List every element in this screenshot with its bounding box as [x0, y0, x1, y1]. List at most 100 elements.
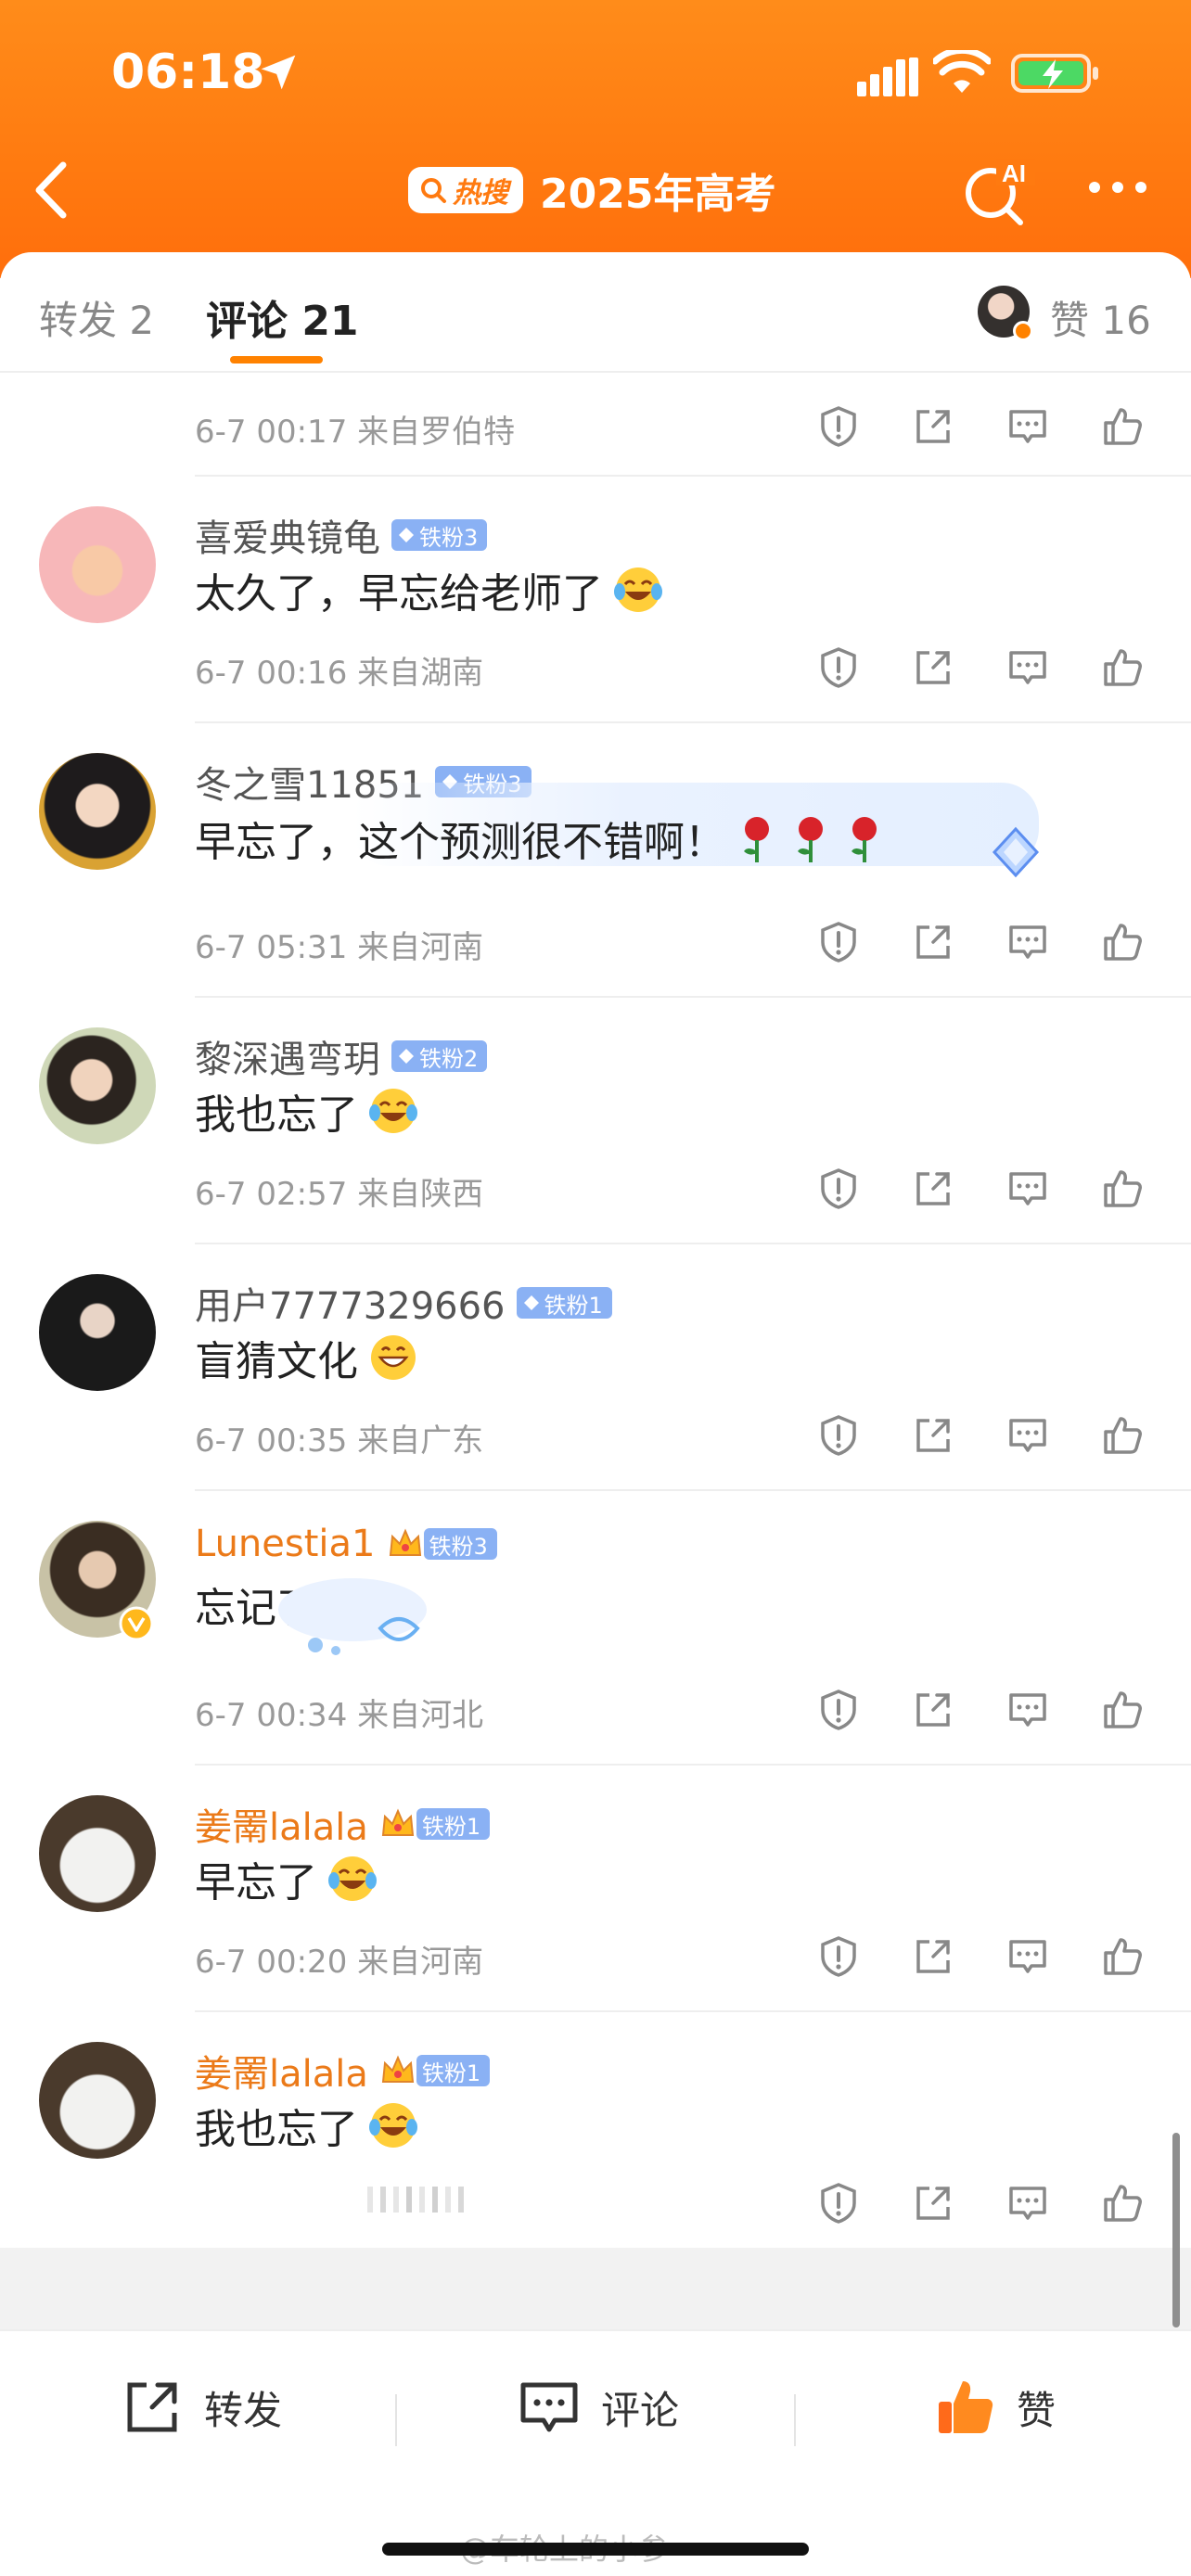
like-button[interactable]: 赞	[931, 2374, 1056, 2441]
comment-item: 姜罱lalala 铁粉1 早忘了 6-7 00:20 来自河南	[0, 1766, 1191, 2012]
ai-search-icon[interactable]: AI	[961, 152, 1035, 226]
like-icon[interactable]	[1100, 2181, 1145, 2225]
reply-icon[interactable]	[1005, 645, 1050, 690]
comment-actions	[816, 1413, 1145, 1458]
fan-badge: 铁粉1	[416, 2055, 491, 2086]
crown-icon	[389, 1528, 421, 1556]
crown-icon	[381, 1808, 414, 1836]
hot-search-label: 热搜	[453, 177, 508, 210]
avatar[interactable]	[39, 506, 156, 623]
comment-body: 早忘了	[195, 1859, 317, 1906]
comment-text: 太久了，早忘给老师了	[195, 560, 664, 619]
like-icon[interactable]	[1100, 1688, 1145, 1732]
comment-body: 太久了，早忘给老师了	[195, 570, 603, 618]
comment-item: Lunestia1 铁粉3 忘记了 6-7 00:34 来自河北	[0, 1491, 1191, 1766]
report-icon[interactable]	[816, 2181, 861, 2225]
share-icon[interactable]	[911, 645, 955, 690]
like-icon[interactable]	[1100, 645, 1145, 690]
liker-avatar[interactable]	[978, 286, 1033, 341]
laugh-cry-emoji-icon	[369, 1089, 417, 1133]
avatar[interactable]	[39, 1274, 156, 1391]
avatar[interactable]	[39, 753, 156, 870]
repost-label: 转发	[204, 2387, 283, 2433]
share-icon[interactable]	[911, 1167, 955, 1211]
fan-badge-label: 铁粉3	[419, 524, 479, 551]
laugh-cry-emoji-icon	[328, 1856, 377, 1901]
comment-body: 我也忘了	[195, 1091, 358, 1139]
fan-badge: 铁粉3	[423, 1528, 497, 1560]
reply-icon[interactable]	[1005, 1413, 1050, 1458]
cellular-signal-icon	[857, 57, 918, 96]
reply-icon[interactable]	[1005, 404, 1050, 449]
active-tab-indicator	[230, 356, 323, 363]
sticker-decoration-icon	[278, 1578, 427, 1655]
like-icon[interactable]	[1100, 920, 1145, 964]
comment-button[interactable]: 评论	[516, 2374, 679, 2441]
comment-actions	[816, 1167, 1145, 1211]
share-icon[interactable]	[911, 1688, 955, 1732]
comment-item: 用户7777329666 铁粉1 盲猜文化 6-7 00:35 来自广东	[0, 1244, 1191, 1491]
comment-actions	[816, 2181, 1145, 2225]
like-icon[interactable]	[1100, 1167, 1145, 1211]
share-icon[interactable]	[911, 2181, 955, 2225]
reply-icon[interactable]	[1005, 2181, 1050, 2225]
username-line: 姜罱lalala 铁粉1	[195, 1797, 491, 1851]
username[interactable]: 喜爱典镜龟	[195, 508, 380, 562]
report-icon[interactable]	[816, 404, 861, 449]
more-icon[interactable]	[1085, 176, 1150, 198]
report-icon[interactable]	[816, 645, 861, 690]
comment-meta: 6-7 00:34 来自河北	[195, 1697, 484, 1734]
status-time: 06:18	[111, 45, 265, 100]
tab-repost[interactable]: 转发 2	[39, 289, 154, 346]
comment-actions	[816, 645, 1145, 690]
app-header: 06:18 热搜 2025年高考 AI	[0, 0, 1191, 278]
comment-meta: 6-7 02:57 来自陕西	[195, 1176, 484, 1213]
crown-icon	[381, 2055, 414, 2083]
like-icon[interactable]	[1100, 1413, 1145, 1458]
comment-text: 早忘了，这个预测很不错啊！	[195, 809, 887, 868]
repost-button[interactable]: 转发	[119, 2374, 282, 2441]
fan-badge: 铁粉1	[516, 1287, 612, 1319]
tab-like[interactable]: 赞 16	[1050, 289, 1151, 346]
username[interactable]: Lunestia1	[195, 1523, 376, 1565]
report-icon[interactable]	[816, 1688, 861, 1732]
verified-icon	[1013, 321, 1033, 341]
list-end-spacer	[0, 2248, 1191, 2329]
share-icon[interactable]	[911, 404, 955, 449]
report-icon[interactable]	[816, 1934, 861, 1979]
report-icon[interactable]	[816, 1413, 861, 1458]
nav-title-group[interactable]: 热搜 2025年高考	[408, 158, 775, 223]
share-icon[interactable]	[911, 1934, 955, 1979]
like-icon[interactable]	[1100, 1934, 1145, 1979]
home-indicator[interactable]	[382, 2543, 809, 2556]
comment-text: 盲猜文化	[195, 1328, 419, 1387]
comment-body: 我也忘了	[195, 2106, 358, 2153]
report-icon[interactable]	[816, 920, 861, 964]
tab-comment[interactable]: 评论 21	[206, 287, 359, 347]
reply-icon[interactable]	[1005, 1167, 1050, 1211]
username[interactable]: 用户7777329666	[195, 1276, 506, 1330]
username-line: Lunestia1 铁粉3	[195, 1523, 497, 1565]
share-icon[interactable]	[911, 920, 955, 964]
scrollbar[interactable]	[1172, 2133, 1180, 2327]
like-icon[interactable]	[1100, 404, 1145, 449]
fan-badge: 铁粉1	[416, 1808, 491, 1840]
reply-icon[interactable]	[1005, 1934, 1050, 1979]
reply-icon[interactable]	[1005, 920, 1050, 964]
tab-bar: 转发 2 评论 21 赞 16	[0, 252, 1191, 373]
battery-charging-icon	[1011, 54, 1098, 93]
location-arrow-icon	[261, 55, 296, 90]
avatar[interactable]	[39, 1795, 156, 1912]
username[interactable]: 黎深遇弯玥	[195, 1029, 380, 1083]
avatar[interactable]	[39, 1027, 156, 1144]
back-arrow-icon[interactable]	[28, 159, 74, 221]
reply-icon[interactable]	[1005, 1688, 1050, 1732]
separator	[395, 2394, 397, 2446]
laugh-cry-emoji-icon	[614, 567, 662, 612]
username[interactable]: 姜罱lalala	[195, 1797, 368, 1851]
avatar[interactable]	[39, 2042, 156, 2159]
rose-emoji-icon	[852, 817, 877, 862]
share-icon[interactable]	[911, 1413, 955, 1458]
report-icon[interactable]	[816, 1167, 861, 1211]
username[interactable]: 姜罱lalala	[195, 2044, 368, 2098]
